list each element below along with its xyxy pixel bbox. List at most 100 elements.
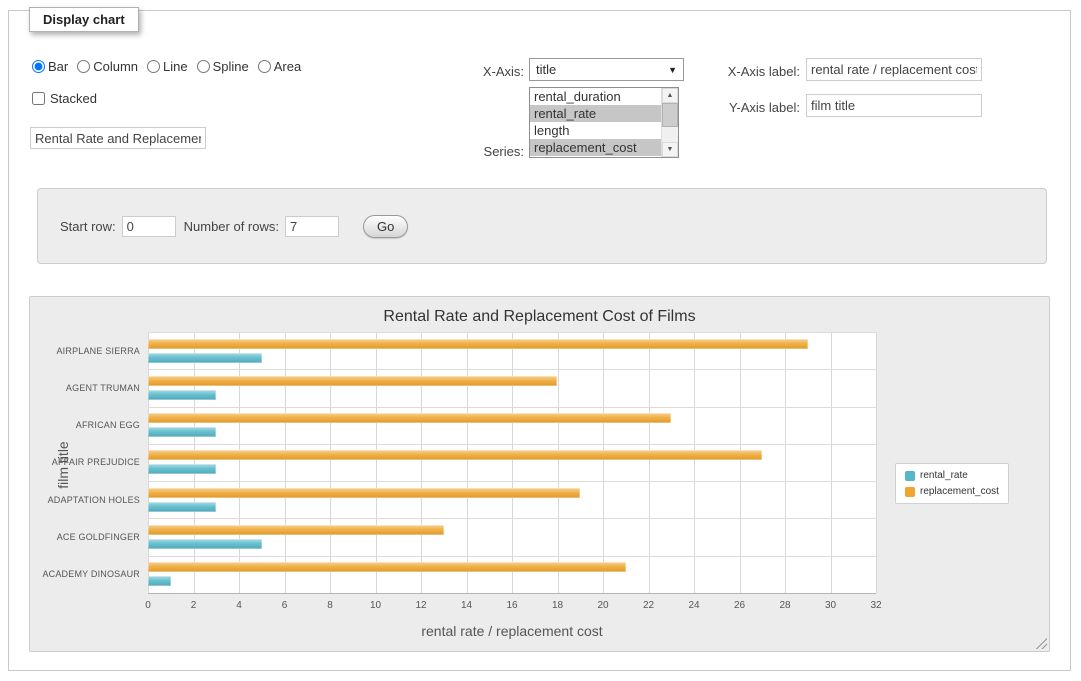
bar-replacement_cost[interactable] [148, 488, 580, 498]
scroll-down-icon[interactable]: ▼ [662, 142, 678, 157]
series-options: rental_durationrental_ratelengthreplacem… [530, 88, 661, 157]
x-tick: 30 [825, 600, 836, 611]
category-label: AIRPLANE SIERRA [30, 332, 140, 369]
bar-replacement_cost[interactable] [148, 562, 626, 572]
x-axis-selected-value: title [536, 62, 556, 77]
chart-type-option-spline[interactable]: Spline [197, 59, 249, 74]
category-labels: AIRPLANE SIERRAAGENT TRUMANAFRICAN EGGAF… [30, 332, 140, 593]
x-tick: 20 [597, 600, 608, 611]
x-tick: 12 [415, 600, 426, 611]
x-tick: 24 [688, 600, 699, 611]
category-label: ADAPTATION HOLES [30, 481, 140, 518]
chart-panel: Rental Rate and Replacement Cost of Film… [29, 296, 1050, 652]
num-rows-input[interactable] [285, 216, 339, 237]
legend-swatch-icon [905, 471, 915, 481]
x-tick: 32 [870, 600, 881, 611]
display-chart-panel: Display chart Bar Column Line Spline Area St… [8, 10, 1071, 671]
x-tick: 10 [370, 600, 381, 611]
x-tick-labels: 02468101214161820222426283032 [148, 600, 876, 614]
bar-group [148, 518, 876, 555]
series-listbox[interactable]: rental_durationrental_ratelengthreplacem… [529, 87, 679, 158]
category-label: AGENT TRUMAN [30, 369, 140, 406]
chart-type-option-column[interactable]: Column [77, 59, 138, 74]
bar-replacement_cost[interactable] [148, 376, 557, 386]
x-tick: 26 [734, 600, 745, 611]
x-tick: 4 [236, 600, 242, 611]
num-rows-label: Number of rows: [184, 219, 279, 234]
bar-rental_rate[interactable] [148, 576, 171, 586]
x-axis-label-input[interactable] [806, 58, 982, 81]
bar-rental_rate[interactable] [148, 353, 262, 363]
bar-rows [148, 332, 876, 593]
stacked-label: Stacked [50, 91, 97, 106]
panel-title: Display chart [29, 7, 139, 32]
radio-spline[interactable] [197, 60, 210, 73]
radio-column[interactable] [77, 60, 90, 73]
category-label: AFRICAN EGG [30, 407, 140, 444]
bar-rental_rate[interactable] [148, 464, 216, 474]
chart-type-option-line[interactable]: Line [147, 59, 188, 74]
chart-type-option-area[interactable]: Area [258, 59, 301, 74]
category-label: ACADEMY DINOSAUR [30, 556, 140, 593]
stacked-checkbox[interactable] [32, 92, 45, 105]
bar-rental_rate[interactable] [148, 427, 216, 437]
radio-line[interactable] [147, 60, 160, 73]
chart-title-input[interactable] [30, 127, 206, 149]
x-tick: 6 [282, 600, 288, 611]
radio-bar[interactable] [32, 60, 45, 73]
x-tick: 16 [506, 600, 517, 611]
bar-rental_rate[interactable] [148, 539, 262, 549]
bar-group [148, 444, 876, 481]
legend-swatch-icon [905, 487, 915, 497]
series-option-length[interactable]: length [530, 122, 661, 139]
legend-label: rental_rate [920, 470, 968, 481]
bar-group [148, 556, 876, 593]
x-axis-title: rental rate / replacement cost [148, 623, 876, 639]
series-option-replacement_cost[interactable]: replacement_cost [530, 139, 661, 156]
bar-replacement_cost[interactable] [148, 525, 444, 535]
x-tick: 28 [779, 600, 790, 611]
radio-label: Column [93, 59, 138, 74]
stacked-option[interactable]: Stacked [32, 91, 97, 106]
x-axis-select-label: X-Axis: [424, 64, 524, 79]
radio-label: Area [274, 59, 301, 74]
y-axis-label-input[interactable] [806, 94, 982, 117]
series-scrollbar[interactable]: ▲ ▼ [661, 88, 678, 157]
gridline [876, 332, 877, 593]
x-tick: 14 [461, 600, 472, 611]
start-row-label: Start row: [60, 219, 116, 234]
plot-area: AIRPLANE SIERRAAGENT TRUMANAFRICAN EGGAF… [148, 332, 876, 594]
bar-group [148, 407, 876, 444]
radio-area[interactable] [258, 60, 271, 73]
chart-type-radios: Bar Column Line Spline Area [32, 59, 301, 74]
bar-replacement_cost[interactable] [148, 413, 671, 423]
bar-group [148, 332, 876, 369]
x-tick: 2 [191, 600, 197, 611]
category-label: ACE GOLDFINGER [30, 518, 140, 555]
chart-type-option-bar[interactable]: Bar [32, 59, 68, 74]
legend-item-rental_rate[interactable]: rental_rate [905, 470, 999, 481]
go-button[interactable]: Go [363, 215, 408, 238]
y-axis-label-label: Y-Axis label: [629, 100, 800, 115]
resize-handle-icon[interactable] [1035, 637, 1047, 649]
bar-replacement_cost[interactable] [148, 450, 762, 460]
radio-label: Line [163, 59, 188, 74]
row-controls-panel: Start row: Number of rows: Go [37, 188, 1047, 264]
radio-label: Spline [213, 59, 249, 74]
x-tick: 8 [327, 600, 333, 611]
legend-item-replacement_cost[interactable]: replacement_cost [905, 486, 999, 497]
legend-label: replacement_cost [920, 486, 999, 497]
start-row-input[interactable] [122, 216, 176, 237]
bar-group [148, 369, 876, 406]
chart-legend: rental_rate replacement_cost [895, 463, 1009, 504]
bar-replacement_cost[interactable] [148, 339, 808, 349]
x-axis-label-label: X-Axis label: [629, 64, 800, 79]
series-select-label: Series: [424, 144, 524, 159]
bar-rental_rate[interactable] [148, 390, 216, 400]
bar-rental_rate[interactable] [148, 502, 216, 512]
chart-title: Rental Rate and Replacement Cost of Film… [30, 308, 1049, 326]
x-tick: 0 [145, 600, 151, 611]
bar-group [148, 481, 876, 518]
category-label: AFFAIR PREJUDICE [30, 444, 140, 481]
radio-label: Bar [48, 59, 68, 74]
